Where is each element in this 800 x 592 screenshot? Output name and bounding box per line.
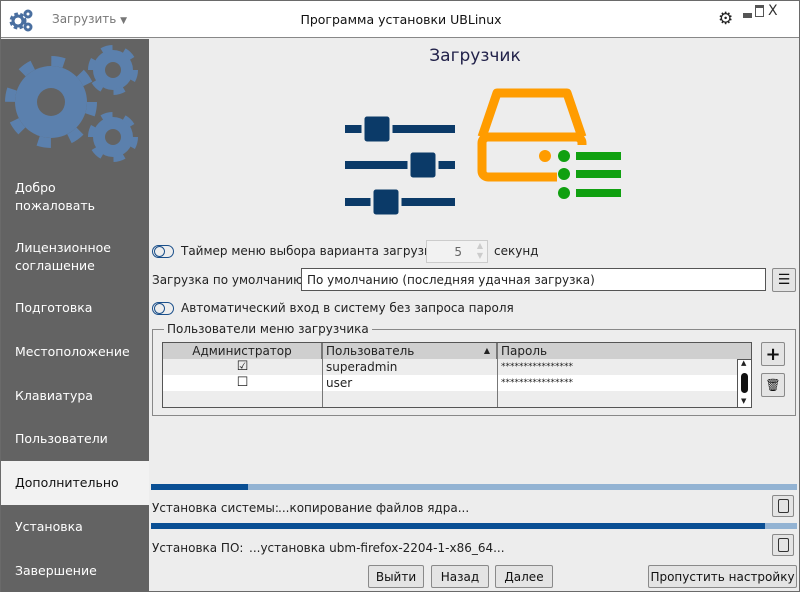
timer-label: Таймер меню выбора варианта загрузки: — [181, 244, 444, 258]
plus-icon: + — [765, 343, 781, 365]
sidebar-item-label: Пользователи — [15, 431, 108, 446]
sidebar-item-label: Дополнительно — [15, 475, 119, 490]
back-button[interactable]: Назад — [431, 565, 489, 588]
software-progress-status: ...установка ubm-firefox-2204-1-x86_64..… — [249, 541, 505, 555]
password-cell: **************** — [501, 378, 573, 388]
col-header-admin[interactable]: Администратор — [163, 343, 322, 359]
close-button[interactable]: X — [768, 3, 778, 19]
sidebar-item-label: Добро пожаловать — [15, 180, 96, 213]
table-row[interactable]: ☐ user **************** — [163, 375, 737, 391]
boot-list-button[interactable]: ☰ — [772, 268, 796, 292]
spin-arrows-icon[interactable]: ▲ ▼ — [477, 241, 483, 261]
sidebar-item-location[interactable]: Местоположение — [1, 341, 149, 363]
col-header-password[interactable]: Пароль — [497, 343, 751, 359]
trash-icon: 🗑 — [765, 378, 781, 392]
software-log-button[interactable] — [772, 534, 794, 556]
maximize-button[interactable] — [755, 5, 764, 17]
list-icon: ☰ — [777, 272, 791, 288]
admin-checkbox[interactable]: ☑ — [163, 359, 322, 375]
next-button[interactable]: Далее — [495, 565, 553, 588]
software-progress-label: Установка ПО: — [152, 541, 244, 555]
list-icon — [557, 145, 627, 199]
installer-window: Загрузить ▼ Программа установки UBLinux … — [0, 0, 800, 592]
system-log-button[interactable] — [772, 495, 794, 517]
system-progress-status: ...копирование файлов ядра... — [278, 501, 470, 515]
sidebar-item-keyboard[interactable]: Клавиатура — [1, 385, 149, 407]
scroll-thumb[interactable] — [741, 373, 748, 393]
log-icon — [778, 499, 789, 513]
add-user-button[interactable]: + — [761, 342, 785, 366]
sidebar-item-users[interactable]: Пользователи — [1, 428, 149, 450]
window-title: Программа установки UBLinux — [300, 12, 502, 27]
sidebar-item-label: Местоположение — [15, 344, 130, 359]
sidebar-gears-icon — [5, 45, 138, 162]
sidebar-item-finish[interactable]: Завершение — [1, 560, 149, 582]
timer-spinbox[interactable]: 5 ▲ ▼ — [426, 240, 488, 263]
autologin-toggle[interactable] — [152, 302, 174, 315]
software-progress-bar — [151, 523, 797, 529]
sliders-icon — [345, 113, 455, 218]
system-progress-bar — [151, 484, 797, 490]
log-icon — [778, 538, 789, 552]
user-cell: superadmin — [326, 360, 398, 374]
scroll-up-icon[interactable]: ▲ — [741, 359, 746, 367]
titlebar: Загрузить ▼ Программа установки UBLinux … — [1, 1, 799, 38]
timer-unit: секунд — [494, 244, 539, 258]
boot-users-group-title: Пользователи меню загрузчика — [164, 322, 372, 336]
sidebar-item-label: Установка — [15, 519, 83, 534]
exit-button[interactable]: Выйти — [368, 565, 424, 588]
sort-asc-icon: ▲ — [483, 346, 490, 355]
table-scrollbar[interactable]: ▲ ▼ — [737, 359, 751, 407]
scroll-down-icon[interactable]: ▼ — [741, 397, 746, 405]
sidebar-item-label: Клавиатура — [15, 388, 93, 403]
timer-toggle[interactable] — [152, 245, 174, 258]
sidebar: Добро пожаловать Лицензионное соглашение… — [1, 39, 149, 592]
default-boot-field[interactable]: По умолчанию (последняя удачная загрузка… — [301, 268, 766, 291]
skip-setup-button[interactable]: Пропустить настройку — [648, 565, 797, 588]
table-row[interactable]: ☑ superadmin **************** — [163, 359, 737, 375]
sidebar-item-label: Завершение — [15, 563, 97, 578]
delete-user-button[interactable]: 🗑 — [761, 373, 785, 397]
system-progress-label: Установка системы: — [152, 501, 279, 515]
boot-users-table: Администратор Пользователь ▲ Пароль ☑ sup… — [162, 342, 752, 408]
sidebar-item-license[interactable]: Лицензионное соглашение — [1, 237, 149, 277]
minimize-button[interactable] — [743, 13, 752, 18]
sidebar-item-label: Лицензионное соглашение — [15, 240, 111, 273]
settings-gear-icon[interactable]: ⚙ — [718, 9, 733, 29]
sidebar-item-install[interactable]: Установка — [1, 516, 149, 538]
col-header-user-label: Пользователь — [326, 344, 415, 358]
sidebar-item-welcome[interactable]: Добро пожаловать — [1, 177, 149, 217]
default-boot-label: Загрузка по умолчанию: — [152, 273, 308, 287]
password-cell: **************** — [501, 362, 573, 372]
user-cell: user — [326, 376, 353, 390]
sidebar-item-advanced[interactable]: Дополнительно — [1, 461, 149, 505]
autologin-label: Автоматический вход в систему без запрос… — [181, 301, 514, 315]
page-title: Загрузчик — [429, 46, 521, 66]
bootloader-illustration — [345, 88, 627, 218]
col-header-user[interactable]: Пользователь ▲ — [322, 343, 497, 359]
admin-checkbox[interactable]: ☐ — [163, 375, 322, 391]
sidebar-item-label: Подготовка — [15, 300, 93, 315]
sidebar-item-preparation[interactable]: Подготовка — [1, 297, 149, 319]
timer-value: 5 — [454, 245, 462, 259]
